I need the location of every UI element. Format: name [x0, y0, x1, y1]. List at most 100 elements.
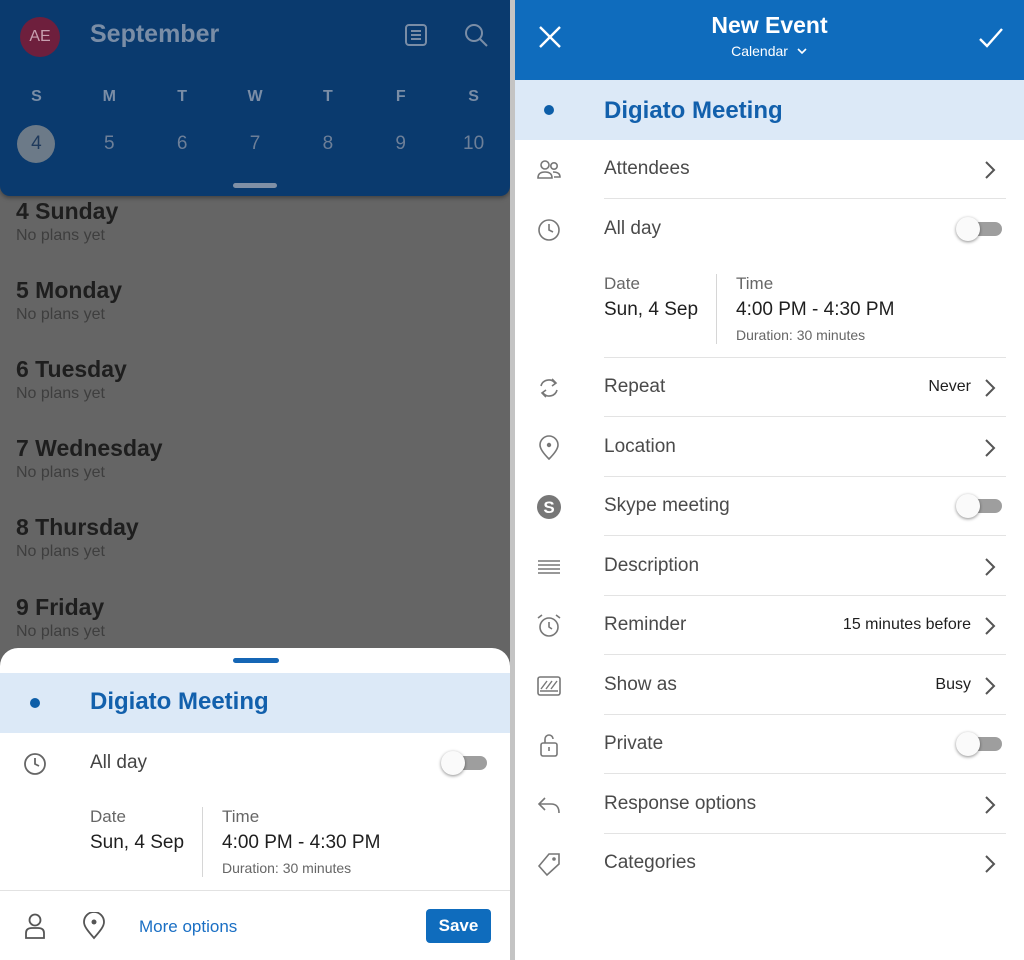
all-day-label: All day — [90, 752, 148, 773]
weekday-label: M — [102, 88, 116, 105]
response-options-label: Response options — [604, 793, 757, 814]
date-cell[interactable]: 8 — [291, 125, 364, 163]
calendar-color-dot — [30, 698, 40, 708]
description-row[interactable]: Description — [515, 537, 1024, 596]
time-value: 4:00 PM - 4:30 PM — [222, 832, 381, 853]
chevron-right-icon — [985, 617, 996, 635]
show-as-row[interactable]: Show as Busy — [515, 656, 1024, 715]
check-icon[interactable] — [977, 25, 1005, 51]
day-subtitle: No plans yet — [16, 543, 105, 560]
location-row[interactable]: Location — [515, 418, 1024, 477]
skype-meeting-toggle[interactable] — [956, 494, 1002, 518]
categories-label: Categories — [604, 852, 696, 873]
weekday-label: T — [322, 88, 333, 105]
duration-text: Duration: 30 minutes — [222, 860, 352, 876]
search-icon[interactable] — [463, 22, 489, 48]
date-field[interactable]: Date Sun, 4 Sep — [604, 274, 698, 321]
weekday-label: F — [395, 88, 406, 105]
show-as-value: Busy — [935, 676, 971, 693]
time-label: Time — [736, 274, 774, 293]
list-item[interactable]: 6 Tuesday No plans yet — [16, 356, 127, 403]
time-field[interactable]: Time 4:00 PM - 4:30 PM Duration: 30 minu… — [222, 807, 380, 876]
list-item[interactable]: 8 Thursday No plans yet — [16, 514, 139, 561]
date-number: 5 — [103, 133, 115, 154]
date-cell-selected[interactable]: 4 — [0, 125, 73, 163]
response-options-row[interactable]: Response options — [515, 775, 1024, 834]
location-pin-icon[interactable] — [82, 912, 106, 940]
time-label: Time — [222, 807, 260, 826]
date-value: Sun, 4 Sep — [90, 832, 185, 853]
chevron-right-icon — [985, 379, 996, 397]
show-as-label: Show as — [604, 674, 677, 695]
date-cell[interactable]: 10 — [437, 125, 510, 163]
list-item[interactable]: 4 Sunday No plans yet — [16, 198, 118, 245]
calendar-header: AE September S M T W T F S 4 5 6 7 8 9 1… — [0, 0, 510, 196]
categories-row[interactable]: Categories — [515, 834, 1024, 893]
date-number: 6 — [176, 133, 188, 154]
event-title-input[interactable]: Digiato Meeting — [90, 688, 269, 716]
private-label: Private — [604, 733, 664, 754]
date-row: 4 5 6 7 8 9 10 — [0, 125, 510, 163]
location-label: Location — [604, 436, 676, 457]
date-number: 4 — [17, 125, 56, 163]
calendar-selector[interactable]: Calendar — [515, 43, 1024, 59]
chevron-right-icon — [985, 161, 996, 179]
private-toggle[interactable] — [956, 732, 1002, 756]
tag-icon — [537, 853, 560, 877]
chevron-right-icon — [985, 558, 996, 576]
reminder-label: Reminder — [604, 614, 687, 635]
chevron-right-icon — [985, 855, 996, 873]
date-cell[interactable]: 6 — [146, 125, 219, 163]
reminder-value: 15 minutes before — [842, 616, 971, 633]
people-icon — [537, 160, 561, 179]
avatar[interactable]: AE — [20, 17, 60, 57]
date-label: Date — [90, 807, 126, 826]
duration-text: Duration: 30 minutes — [736, 327, 866, 343]
date-number: 8 — [322, 133, 334, 154]
sheet-handle[interactable] — [233, 658, 279, 663]
show-as-icon — [537, 676, 561, 696]
date-cell[interactable]: 7 — [219, 125, 292, 163]
day-title: 7 Wednesday — [16, 435, 163, 461]
chevron-right-icon — [985, 439, 996, 457]
clock-icon — [538, 219, 560, 241]
list-view-icon[interactable] — [403, 22, 429, 48]
lock-open-icon — [540, 734, 558, 757]
list-item[interactable]: 7 Wednesday No plans yet — [16, 435, 163, 482]
attendees-label: Attendees — [604, 158, 690, 179]
page-title: New Event — [711, 12, 828, 38]
skype-meeting-label: Skype meeting — [604, 495, 730, 516]
expand-handle[interactable] — [233, 183, 277, 188]
chevron-down-icon — [797, 48, 807, 55]
date-number: 10 — [463, 133, 485, 154]
day-subtitle: No plans yet — [16, 385, 105, 402]
reply-icon — [537, 797, 560, 814]
weekday-row: S M T W T F S — [0, 88, 510, 106]
date-number: 9 — [395, 133, 406, 154]
day-subtitle: No plans yet — [16, 306, 105, 323]
list-item[interactable]: 5 Monday No plans yet — [16, 277, 122, 324]
event-title-input[interactable]: Digiato Meeting — [604, 97, 783, 125]
divider — [0, 890, 510, 891]
person-icon[interactable] — [23, 912, 47, 940]
more-options-link[interactable]: More options — [139, 917, 237, 937]
all-day-toggle[interactable] — [441, 751, 487, 775]
month-title[interactable]: September — [90, 20, 219, 49]
day-subtitle: No plans yet — [16, 227, 105, 244]
date-field[interactable]: Date Sun, 4 Sep — [90, 807, 184, 854]
list-item[interactable]: 9 Friday No plans yet — [16, 594, 105, 641]
day-subtitle: No plans yet — [16, 464, 105, 481]
divider — [716, 274, 717, 344]
save-button[interactable]: Save — [426, 909, 491, 943]
weekday-label: S — [31, 88, 42, 105]
time-field[interactable]: Time 4:00 PM - 4:30 PM Duration: 30 minu… — [736, 274, 894, 343]
attendees-row[interactable]: Attendees — [515, 140, 1024, 199]
chevron-right-icon — [985, 677, 996, 695]
all-day-toggle[interactable] — [956, 217, 1002, 241]
date-cell[interactable]: 9 — [364, 125, 437, 163]
reminder-row[interactable]: Reminder 15 minutes before — [515, 596, 1024, 655]
repeat-row[interactable]: Repeat Never — [515, 358, 1024, 417]
date-cell[interactable]: 5 — [73, 125, 146, 163]
new-event-panel: New Event Calendar Digiato Meeting Atten… — [515, 0, 1024, 960]
repeat-label: Repeat — [604, 376, 666, 397]
